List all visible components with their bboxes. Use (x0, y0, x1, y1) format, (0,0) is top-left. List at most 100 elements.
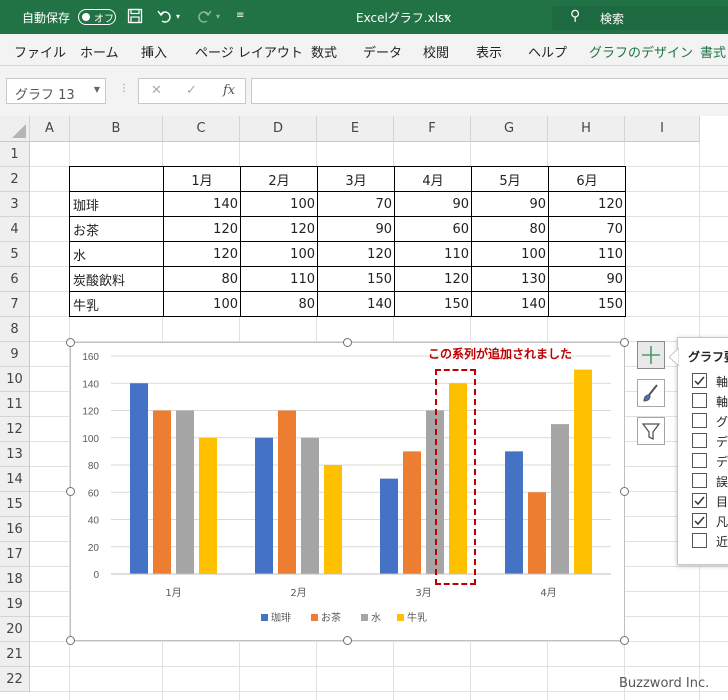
column-header-d[interactable]: D (240, 116, 317, 142)
row-header-15[interactable]: 15 (0, 492, 30, 517)
value-cell[interactable]: 100 (240, 241, 318, 267)
value-cell[interactable]: 110 (240, 266, 318, 292)
table-header-cell[interactable]: 4月 (394, 166, 472, 192)
resize-handle[interactable] (66, 636, 75, 645)
name-box[interactable]: グラフ 13 ▼ (6, 78, 106, 104)
chart-filters-button[interactable] (637, 417, 665, 445)
value-cell[interactable]: 150 (548, 291, 626, 317)
checkbox-unchecked[interactable] (692, 473, 707, 488)
value-cell[interactable]: 70 (548, 216, 626, 242)
row-header-9[interactable]: 9 (0, 342, 30, 367)
formula-input[interactable] (251, 78, 728, 104)
value-cell[interactable]: 120 (548, 191, 626, 217)
row-header-3[interactable]: 3 (0, 192, 30, 217)
chart-styles-button[interactable] (637, 379, 665, 407)
checkbox-unchecked[interactable] (692, 393, 707, 408)
function-icon[interactable]: fx (223, 83, 235, 98)
value-cell[interactable]: 130 (471, 266, 549, 292)
checkbox-unchecked[interactable] (692, 413, 707, 428)
value-cell[interactable]: 100 (471, 241, 549, 267)
confirm-icon[interactable]: ✓ (186, 83, 197, 98)
resize-handle[interactable] (620, 338, 629, 347)
row-header-21[interactable]: 21 (0, 642, 30, 667)
row-header-10[interactable]: 10 (0, 367, 30, 392)
value-cell[interactable]: 120 (317, 241, 395, 267)
value-cell[interactable]: 90 (471, 191, 549, 217)
value-cell[interactable]: 90 (317, 216, 395, 242)
resize-handle[interactable] (620, 636, 629, 645)
resize-handle[interactable] (66, 338, 75, 347)
row-header-7[interactable]: 7 (0, 292, 30, 317)
table-header-cell[interactable]: 3月 (317, 166, 395, 192)
row-header-13[interactable]: 13 (0, 442, 30, 467)
row-header-12[interactable]: 12 (0, 417, 30, 442)
redo-icon[interactable] (196, 8, 212, 28)
save-icon[interactable] (127, 8, 143, 28)
value-cell[interactable]: 90 (394, 191, 472, 217)
value-cell[interactable]: 140 (317, 291, 395, 317)
row-header-5[interactable]: 5 (0, 242, 30, 267)
tab-format[interactable]: 書式 (700, 42, 726, 61)
checkbox-unchecked[interactable] (692, 533, 707, 548)
resize-handle[interactable] (66, 487, 75, 496)
tab-insert[interactable]: 挿入 (141, 42, 167, 61)
value-cell[interactable]: 140 (471, 291, 549, 317)
search-box[interactable]: ⚲ 検索 (552, 6, 728, 30)
customize-toolbar-icon[interactable]: ≡ (236, 10, 244, 21)
tab-data[interactable]: データ (363, 42, 402, 61)
row-header-18[interactable]: 18 (0, 567, 30, 592)
autosave-toggle[interactable]: オフ (78, 9, 116, 25)
tab-file[interactable]: ファイル (14, 42, 66, 61)
tab-view[interactable]: 表示 (476, 42, 502, 61)
tab-formulas[interactable]: 数式 (311, 42, 337, 61)
tab-home[interactable]: ホーム (80, 42, 119, 61)
value-cell[interactable]: 110 (394, 241, 472, 267)
row-label-cell[interactable]: 炭酸飲料 (69, 266, 164, 292)
tab-review[interactable]: 校閲 (423, 42, 449, 61)
column-header-i[interactable]: I (625, 116, 700, 142)
column-header-g[interactable]: G (471, 116, 548, 142)
checkbox-checked[interactable] (692, 373, 707, 388)
row-header-22[interactable]: 22 (0, 667, 30, 692)
table-header-cell[interactable]: 6月 (548, 166, 626, 192)
checkbox-checked[interactable] (692, 493, 707, 508)
chart-area[interactable]: 0 20 40 60 80 100 120 140 160 1月 2月 3月 4月 珈琲 お茶 水 牛乳 (70, 342, 625, 641)
resize-handle[interactable] (343, 636, 352, 645)
value-cell[interactable]: 120 (394, 266, 472, 292)
value-cell[interactable]: 90 (548, 266, 626, 292)
chevron-down-icon[interactable]: ▼ (94, 85, 100, 94)
value-cell[interactable]: 140 (163, 191, 241, 217)
value-cell[interactable]: 120 (163, 241, 241, 267)
redo-dropdown-icon[interactable]: ▾ (216, 12, 220, 21)
resize-handle[interactable] (343, 338, 352, 347)
value-cell[interactable]: 70 (317, 191, 395, 217)
value-cell[interactable]: 110 (548, 241, 626, 267)
resize-handle[interactable] (620, 487, 629, 496)
row-header-14[interactable]: 14 (0, 467, 30, 492)
value-cell[interactable]: 100 (163, 291, 241, 317)
column-header-b[interactable]: B (70, 116, 163, 142)
row-label-cell[interactable]: 珈琲 (69, 191, 164, 217)
row-label-cell[interactable]: 水 (69, 241, 164, 267)
row-header-4[interactable]: 4 (0, 217, 30, 242)
value-cell[interactable]: 100 (240, 191, 318, 217)
table-header-cell[interactable] (69, 166, 164, 192)
table-header-cell[interactable]: 1月 (163, 166, 241, 192)
tab-help[interactable]: ヘルプ (528, 42, 567, 61)
undo-icon[interactable] (157, 8, 173, 28)
column-header-f[interactable]: F (394, 116, 471, 142)
value-cell[interactable]: 80 (471, 216, 549, 242)
value-cell[interactable]: 150 (394, 291, 472, 317)
column-header-c[interactable]: C (163, 116, 240, 142)
value-cell[interactable]: 120 (163, 216, 241, 242)
value-cell[interactable]: 150 (317, 266, 395, 292)
value-cell[interactable]: 80 (163, 266, 241, 292)
chart-elements-button[interactable] (637, 341, 665, 369)
cancel-icon[interactable]: ✕ (151, 83, 162, 98)
value-cell[interactable]: 60 (394, 216, 472, 242)
row-header-16[interactable]: 16 (0, 517, 30, 542)
row-header-11[interactable]: 11 (0, 392, 30, 417)
more-icon[interactable]: ⋮ (119, 83, 129, 94)
select-all-corner[interactable] (0, 116, 30, 142)
tab-page-layout[interactable]: ページ レイアウト (195, 42, 303, 61)
